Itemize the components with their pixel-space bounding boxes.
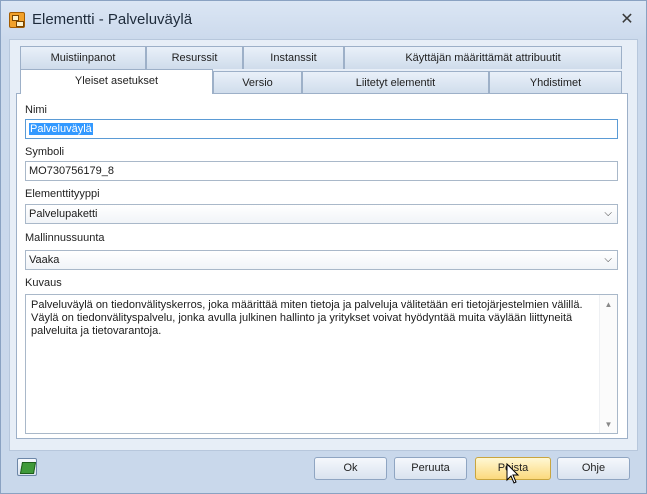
- chevron-down-icon[interactable]: ⌵: [604, 251, 612, 269]
- description-scrollbar[interactable]: ▲ ▼: [599, 295, 617, 433]
- description-text: Palveluväylä on tiedonvälityskerros, jok…: [31, 299, 583, 337]
- tab-liitetyt-elementit[interactable]: Liitetyt elementit: [302, 71, 489, 94]
- scroll-down-icon[interactable]: ▼: [600, 420, 617, 429]
- book-icon[interactable]: [17, 458, 37, 476]
- element-type-label: Elementtityyppi: [25, 188, 100, 200]
- dialog-window: Elementti - Palveluväylä ✕ Muistiinpanot…: [0, 0, 647, 494]
- mouse-cursor-icon: [506, 463, 520, 484]
- scroll-up-icon[interactable]: ▲: [600, 300, 617, 309]
- chevron-down-icon[interactable]: ⌵: [604, 205, 612, 223]
- tab-kayttajan-attribuutit[interactable]: Käyttäjän määrittämät attribuutit: [344, 46, 622, 69]
- title-bar[interactable]: Elementti - Palveluväylä ✕: [1, 1, 646, 39]
- help-button[interactable]: Ohje: [557, 457, 630, 480]
- element-type-select[interactable]: Palvelupaketti ⌵: [25, 204, 618, 224]
- direction-label: Mallinnussuunta: [25, 232, 105, 244]
- window-title: Elementti - Palveluväylä: [32, 11, 193, 28]
- element-type-value: Palvelupaketti: [29, 208, 98, 220]
- element-app-icon: [9, 12, 25, 28]
- tab-instanssit[interactable]: Instanssit: [243, 46, 344, 69]
- direction-value: Vaaka: [29, 254, 60, 266]
- cancel-button[interactable]: Peruuta: [394, 457, 467, 480]
- symbol-input[interactable]: MO730756179_8: [25, 161, 618, 181]
- description-textarea[interactable]: Palveluväylä on tiedonvälityskerros, jok…: [25, 294, 618, 434]
- tab-resurssit[interactable]: Resurssit: [146, 46, 243, 69]
- name-label: Nimi: [25, 104, 47, 116]
- name-value: Palveluväylä: [29, 123, 93, 135]
- ok-button[interactable]: Ok: [314, 457, 387, 480]
- close-button[interactable]: ✕: [618, 12, 636, 28]
- direction-select[interactable]: Vaaka ⌵: [25, 250, 618, 270]
- description-label: Kuvaus: [25, 277, 62, 289]
- tab-versio[interactable]: Versio: [213, 71, 302, 94]
- tab-muistiinpanot[interactable]: Muistiinpanot: [20, 46, 146, 69]
- symbol-label: Symboli: [25, 146, 65, 158]
- tab-yhdistimet[interactable]: Yhdistimet: [489, 71, 622, 94]
- tab-yleiset-asetukset[interactable]: Yleiset asetukset: [20, 69, 213, 94]
- name-input[interactable]: Palveluväylä: [25, 119, 618, 139]
